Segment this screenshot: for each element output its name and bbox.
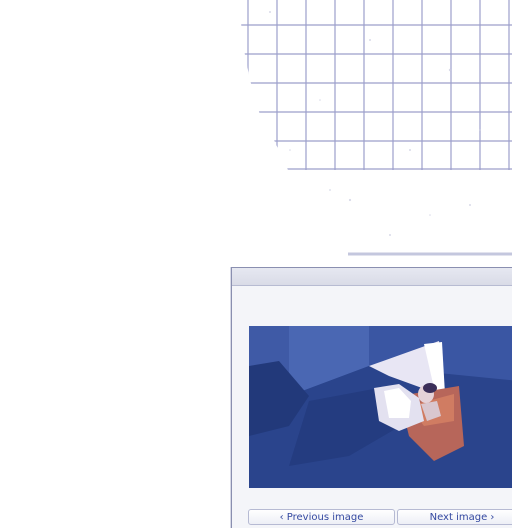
window-titlebar[interactable] [232,268,512,286]
viewer-body: ‹ Previous image Next image › [232,286,512,528]
previous-image-button[interactable]: ‹ Previous image [248,509,395,525]
grid-paper-image [230,0,512,262]
displayed-photo [249,326,512,488]
image-viewer-window: ‹ Previous image Next image › [231,267,512,528]
next-image-button[interactable]: Next image › [397,509,512,525]
